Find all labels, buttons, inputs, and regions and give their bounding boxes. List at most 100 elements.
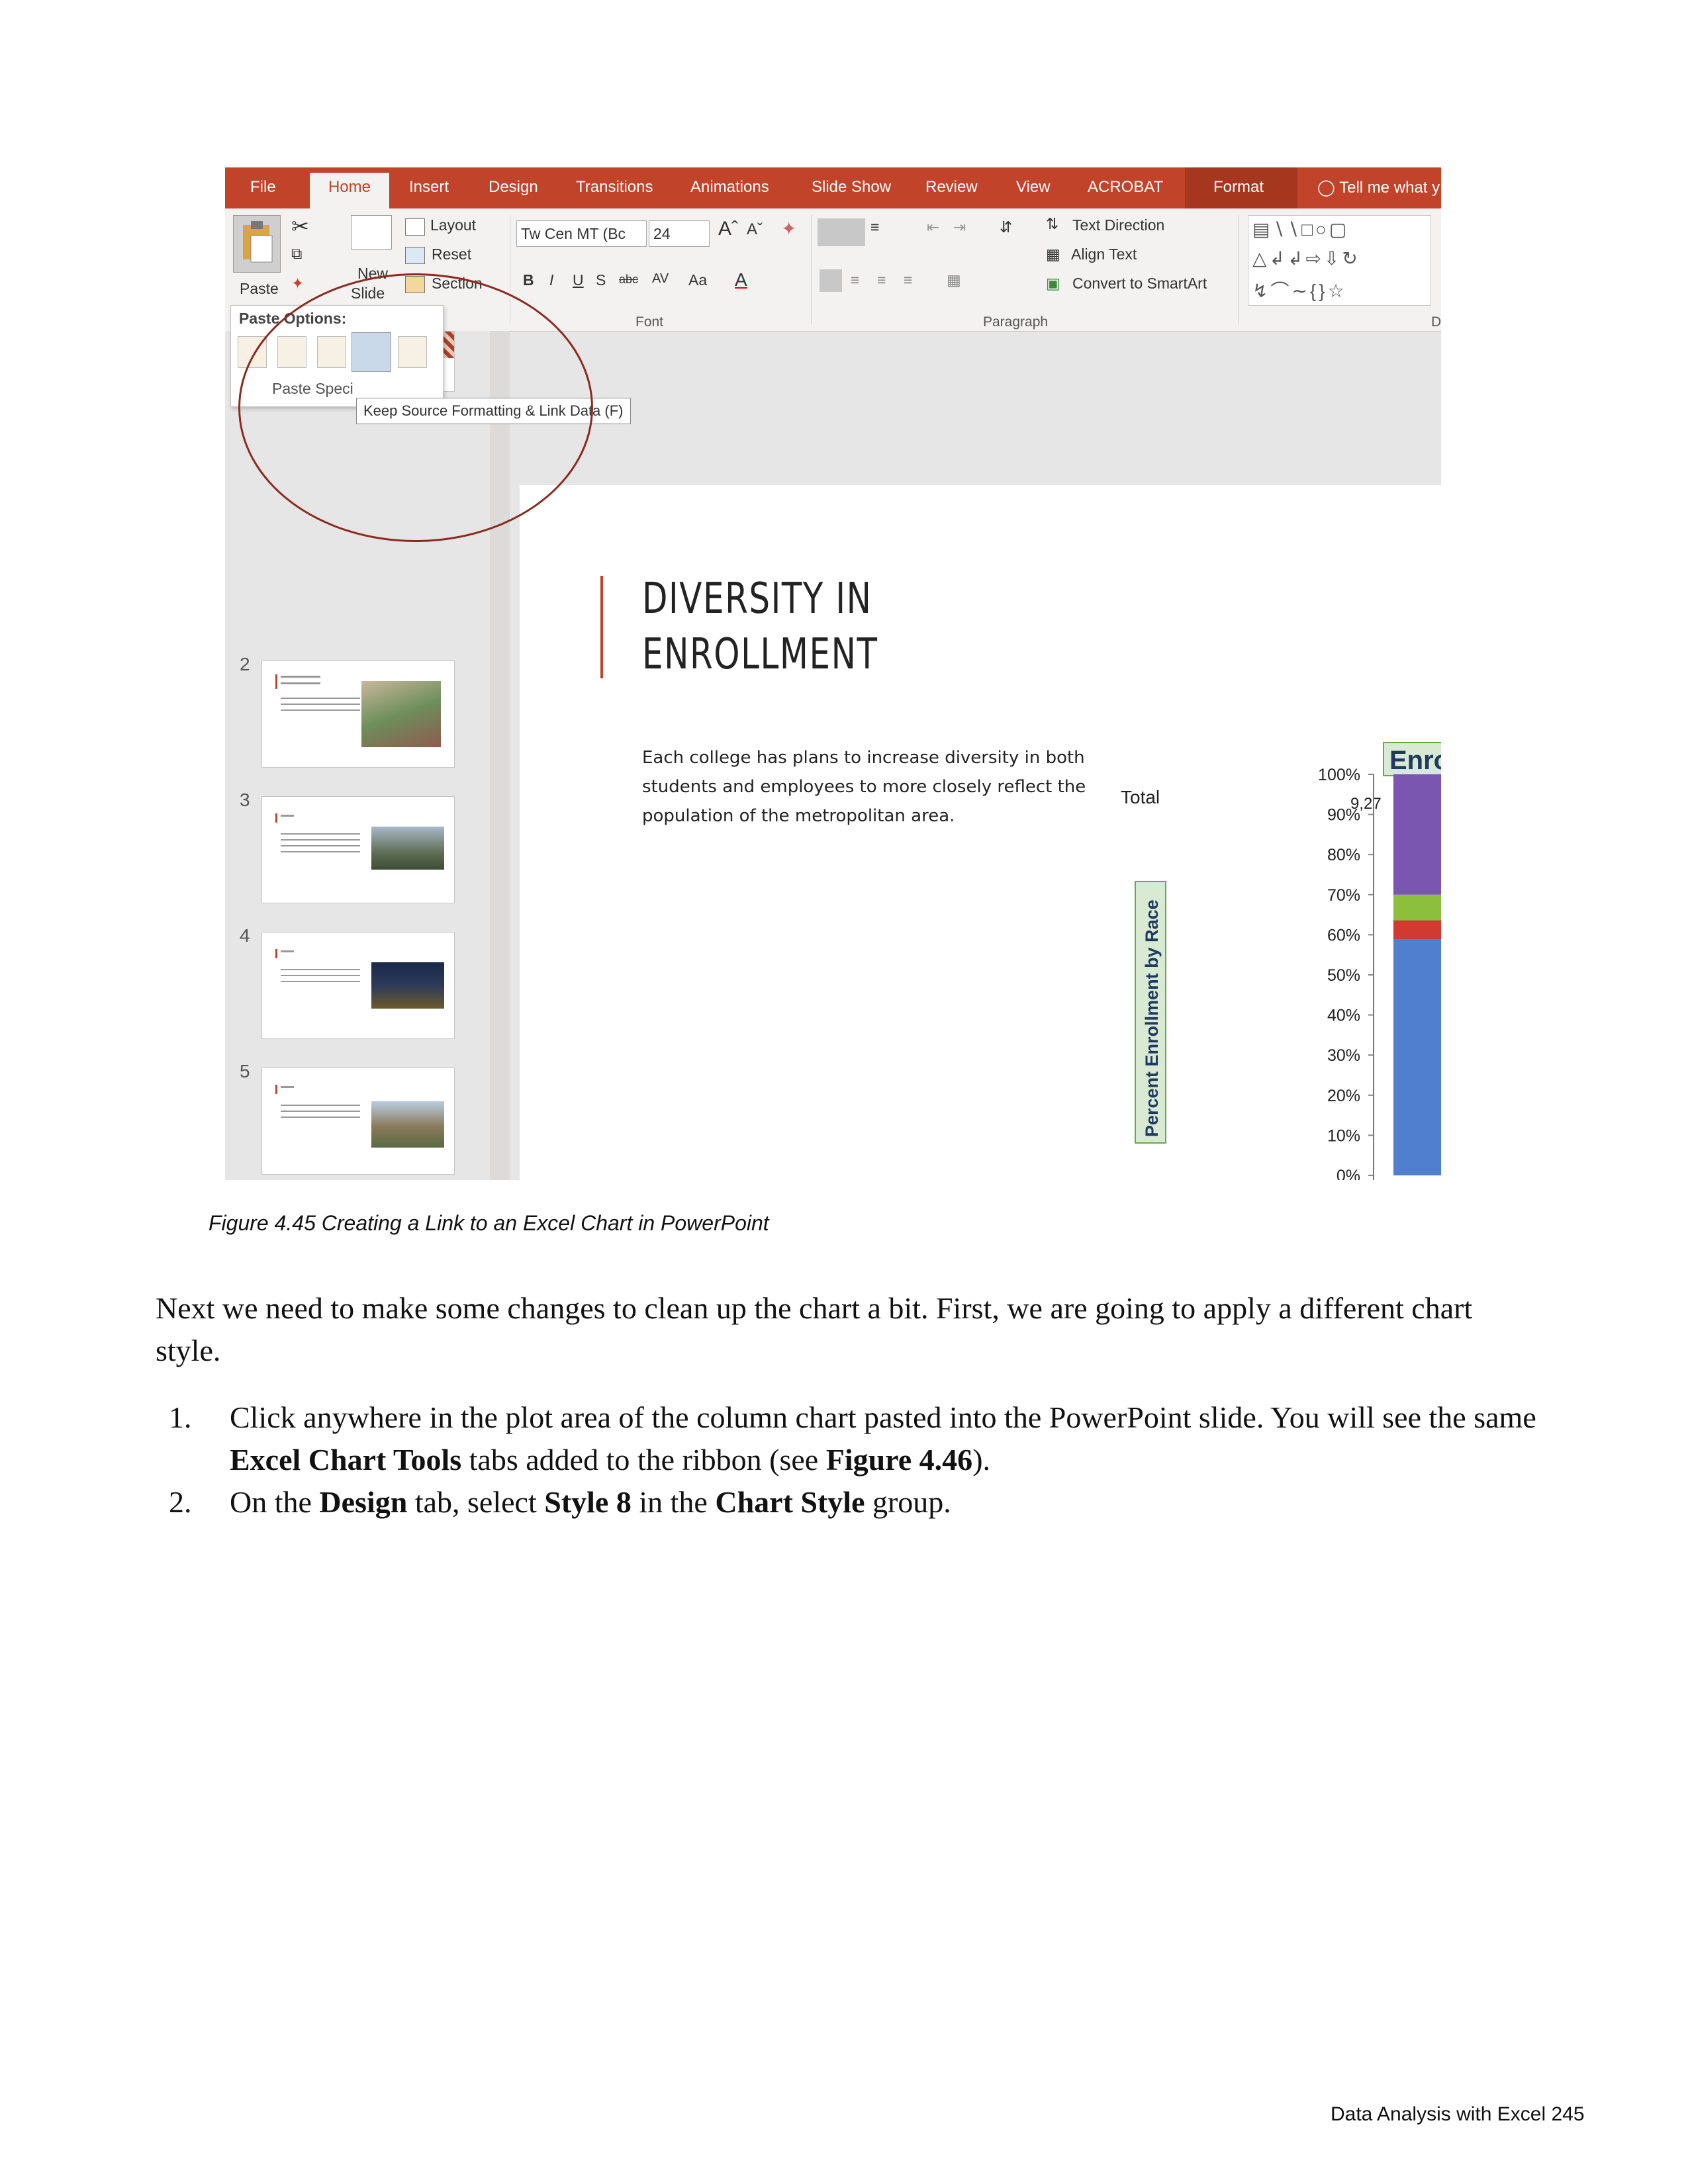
tab-format[interactable]: Format <box>1213 178 1264 197</box>
y-tick-label: 30% <box>1327 1046 1360 1065</box>
tab-view[interactable]: View <box>1016 178 1051 197</box>
night-campus-photo <box>371 962 444 1009</box>
underline-icon[interactable]: U <box>573 271 584 289</box>
align-text-icon: ▦ <box>1046 246 1060 263</box>
slide-title[interactable]: DIVERSITY IN ENROLLMENT <box>642 571 952 682</box>
align-text-button[interactable]: Align Text <box>1071 246 1137 263</box>
step-2: 2. On the Design tab, select Style 8 in … <box>169 1481 1559 1524</box>
tab-design[interactable]: Design <box>489 178 538 197</box>
slide-number: 2 <box>240 654 250 674</box>
shadow-icon[interactable]: S <box>596 271 606 289</box>
center-icon[interactable]: ≡ <box>851 271 859 289</box>
bold-term: Excel Chart Tools <box>230 1443 462 1477</box>
new-slide-icon[interactable] <box>351 215 392 250</box>
reset-button[interactable]: Reset <box>432 246 471 263</box>
slide-number: 3 <box>240 790 250 810</box>
format-painter-icon[interactable]: ✦ <box>291 275 304 293</box>
step-text-run: Click anywhere in the plot area of the c… <box>230 1400 1536 1434</box>
powerpoint-screenshot: File Home Insert Design Transitions Anim… <box>225 167 1441 1180</box>
shape-row-icons: △↲↲⇨⇩↻ <box>1252 248 1360 269</box>
font-color-icon[interactable]: A <box>735 269 747 291</box>
lightbulb-icon: ◯ <box>1317 179 1335 197</box>
bold-term: Design <box>319 1485 408 1519</box>
bar-segment-asian <box>1393 894 1441 921</box>
tab-animations[interactable]: Animations <box>690 178 769 197</box>
bar-segment-other-undisclosed <box>1393 774 1441 895</box>
figure-caption: Figure 4.45 Creating a Link to an Excel … <box>209 1211 769 1235</box>
copy-icon[interactable]: ⧉ <box>291 245 302 263</box>
y-tick-label: 90% <box>1327 806 1360 825</box>
bold-term: Style 8 <box>544 1485 632 1519</box>
clear-formatting-icon[interactable]: ✦ <box>781 218 796 240</box>
decrease-indent-icon[interactable]: ⇤ <box>927 218 939 236</box>
slide-thumbnail-5[interactable] <box>261 1068 455 1175</box>
y-axis-title: Percent Enrollment by Race <box>1142 899 1162 1137</box>
numbering-icon[interactable]: ≡ <box>870 218 879 236</box>
change-case-icon[interactable]: Aa <box>688 271 707 289</box>
slide-thumbnail-2[interactable] <box>261 660 455 768</box>
y-tick-label: 10% <box>1327 1126 1360 1145</box>
character-spacing-icon[interactable]: AV <box>652 271 669 287</box>
strikethrough-icon[interactable]: abc <box>619 273 638 287</box>
italic-icon[interactable]: I <box>549 271 553 289</box>
y-tick-label: 40% <box>1327 1007 1360 1025</box>
tab-transitions[interactable]: Transitions <box>576 178 653 197</box>
reset-icon <box>405 247 425 264</box>
text-direction-button[interactable]: Text Direction <box>1072 216 1164 234</box>
enrollment-chart[interactable]: EnrollTotal9,27Percent Enrollment by Rac… <box>1049 576 1441 1180</box>
slide-thumbnail-3[interactable] <box>261 796 455 903</box>
group-separator <box>811 215 812 324</box>
grow-font-icon[interactable]: Aˆ <box>718 218 738 240</box>
slide-body-text[interactable]: Each college has plans to increase diver… <box>642 743 1105 831</box>
font-group-label: Font <box>635 314 664 330</box>
paste-label: Paste <box>240 280 279 297</box>
line-spacing-icon[interactable]: ⇵ <box>1000 218 1012 236</box>
tab-review[interactable]: Review <box>925 178 978 197</box>
step-text-run: tabs added to the ribbon (see <box>461 1443 826 1477</box>
convert-smartart-button[interactable]: Convert to SmartArt <box>1072 275 1207 293</box>
tab-acrobat[interactable]: ACROBAT <box>1088 178 1163 197</box>
shapes-gallery[interactable]: ▤∖∖□○▢ △↲↲⇨⇩↻ ↯⌒∼{}☆ <box>1248 215 1431 306</box>
smartart-icon: ▣ <box>1046 275 1060 292</box>
align-left-icon[interactable] <box>820 269 842 292</box>
tab-insert[interactable]: Insert <box>409 178 449 197</box>
paragraph-group-label: Paragraph <box>983 314 1049 330</box>
bold-icon[interactable]: B <box>523 271 534 289</box>
tab-slide-show[interactable]: Slide Show <box>812 178 891 197</box>
text-direction-icon: ⇅ <box>1046 215 1059 232</box>
increase-indent-icon[interactable]: ⇥ <box>953 218 966 236</box>
layout-button[interactable]: Layout <box>430 216 476 234</box>
step-text-run: ). <box>972 1443 991 1477</box>
y-tick-label: 50% <box>1327 966 1360 985</box>
total-label: Total <box>1121 787 1160 807</box>
columns-icon[interactable]: ▦ <box>947 271 961 289</box>
slide-number: 4 <box>240 925 250 946</box>
y-tick-label: 70% <box>1327 886 1360 905</box>
chart-svg: EnrollTotal9,27Percent Enrollment by Rac… <box>1121 742 1441 1180</box>
justify-icon[interactable]: ≡ <box>904 271 912 289</box>
step-text: On the Design tab, select Style 8 in the… <box>230 1481 1554 1524</box>
tell-me-search[interactable]: ◯ Tell me what y <box>1317 178 1440 197</box>
tab-file[interactable]: File <box>250 178 276 197</box>
shrink-font-icon[interactable]: Aˇ <box>747 220 763 239</box>
step-number: 1. <box>169 1400 192 1434</box>
bold-term: Chart Style <box>715 1485 865 1519</box>
students-photo <box>361 681 441 747</box>
clipboard-icon <box>243 221 273 263</box>
tab-home[interactable]: Home <box>310 173 390 208</box>
step-text: Click anywhere in the plot area of the c… <box>230 1396 1554 1481</box>
building-photo <box>371 827 444 870</box>
cut-icon[interactable]: ✂ <box>291 214 309 239</box>
align-right-icon[interactable]: ≡ <box>877 271 886 289</box>
y-tick-label: 60% <box>1327 926 1360 944</box>
font-name-box[interactable]: Tw Cen MT (Bc <box>516 220 647 247</box>
layout-icon <box>405 218 425 236</box>
slide-number: 5 <box>240 1061 250 1081</box>
bullets-icon[interactable] <box>818 218 865 246</box>
step-text-run: tab, select <box>407 1485 545 1519</box>
font-size-box[interactable]: 24 <box>649 220 710 247</box>
paste-button[interactable] <box>233 215 281 273</box>
y-tick-label: 80% <box>1327 846 1360 864</box>
slide-thumbnail-4[interactable] <box>261 932 455 1039</box>
annotation-circle <box>238 273 593 542</box>
